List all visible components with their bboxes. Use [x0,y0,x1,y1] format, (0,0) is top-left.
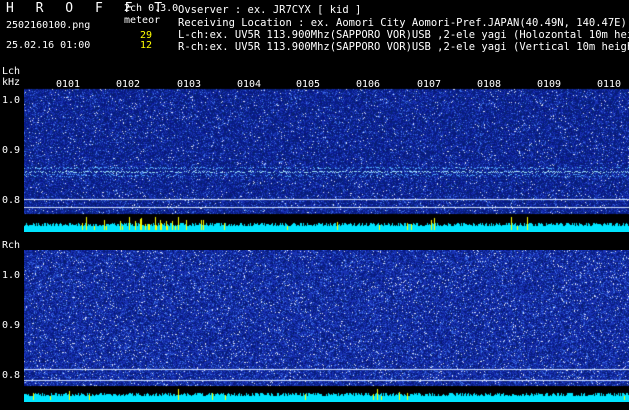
lch-unit: kHz [2,77,21,88]
meteor-count-rch: 12 [140,40,153,51]
meteor-label: meteor [124,15,161,26]
rch-ytick-1: 1.0 [2,270,21,281]
rch-spectrogram [24,250,629,402]
rch-ytick-2: 0.9 [2,320,21,331]
observer-info: Ovserver : ex. JR7CYX [ kid ] [178,4,362,16]
rch-info: R-ch:ex. UV5R 113.900Mhz(SAPPORO VOR)USB… [178,41,629,53]
lch-ytick-3: 0.8 [2,195,21,206]
date-time: 25.02.16 01:00 [6,40,91,51]
lch-info: L-ch:ex. UV5R 113.900Mhz(SAPPORO VOR)USB… [178,29,629,41]
lch-spectrogram [24,88,629,232]
rch-ytick-3: 0.8 [2,370,21,381]
lch-ytick-2: 0.9 [2,145,21,156]
location-info: Receiving Location : ex. Aomori City Aom… [178,17,627,29]
lch-label: Lch [2,66,21,77]
rch-label: Rch [2,240,21,251]
app-version: 2ch 0.3.0 [124,3,179,14]
lch-ytick-1: 1.0 [2,95,21,106]
file-name: 2502160100.png [6,20,91,31]
